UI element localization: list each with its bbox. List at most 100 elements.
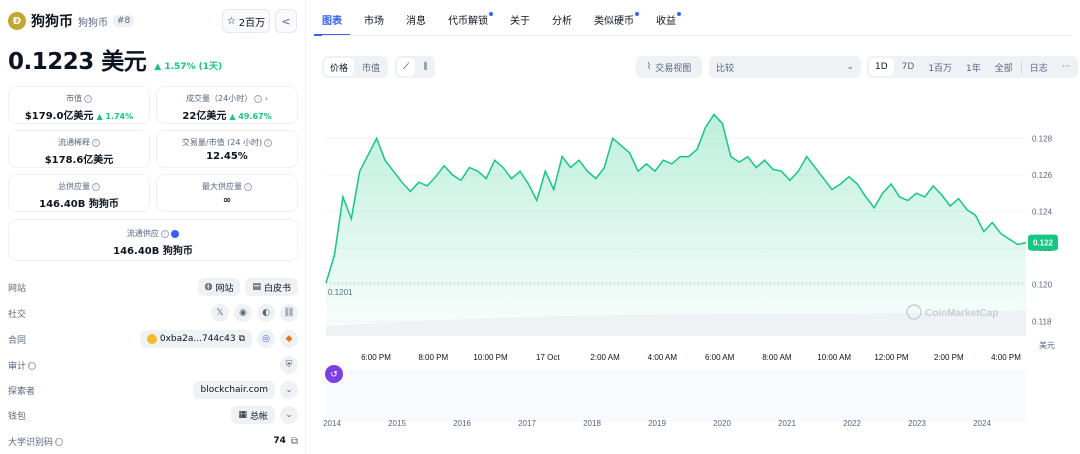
circulating-supply-label: 流通供应 [126,229,159,238]
price-row: 0.1223 美元 ▲ 1.57% (1天) [8,42,222,76]
price-toggle[interactable]: 价格 [324,58,355,76]
metamask-icon[interactable]: ◆ [280,330,298,348]
wallet-label: 钱包 [8,411,27,422]
github-icon[interactable]: ◐ [257,304,275,322]
tab-divider [322,35,1072,36]
timeline-year-label: 2024 [973,419,991,428]
contract-address[interactable]: 0xba2a...744c43 ⧉ [139,330,252,348]
range-option[interactable]: 7D [896,58,921,76]
tab-2[interactable]: 消息 [406,4,426,34]
social-row: 社交 𝕏 ◉ ◐ ⛓ [8,303,298,323]
chevron-down-icon[interactable]: ⌄ [280,406,298,424]
copy-icon[interactable]: ⧉ [239,334,245,344]
x-twitter-icon[interactable]: 𝕏 [211,304,229,322]
timeline-year-label: 2017 [518,419,536,428]
audit-label: 审计 [8,361,27,372]
chevron-right-icon: › [264,94,268,103]
range-option[interactable]: 1D [869,58,894,76]
tab-7[interactable]: 收益 [656,4,681,34]
website-row: 网站 ◍ 网站 ▤ 白皮书 [8,277,298,297]
max-supply-card: 最大供应量 i ∞ [156,174,298,212]
volume-card[interactable]: 成交量（24小时） i › 22亿美元 ▲ 49.67% [156,86,298,124]
market-cap-change: ▲ 1.74% [96,112,134,121]
info-icon[interactable]: i [92,138,100,147]
volume-label: 成交量（24小时） [186,94,253,103]
coin-header: Ð 狗狗币 狗狗币 #8 [8,10,135,32]
range-option[interactable]: 1年 [960,58,987,76]
range-option[interactable]: ··· [1056,58,1077,76]
coin-info-panel: Ð 狗狗币 狗狗币 #8 ☆ 2百万 < 0.1223 美元 ▲ 1.57% (… [0,0,306,454]
chart-panel: 图表 市场 消息 代币解锁 关于 分析 类似硬币 收益 价格 市值 ⟋ ⫼ ⌇ 交易视图 比较… [306,0,1080,454]
contract-address-text: 0xba2a...744c43 [159,334,236,344]
tab-bar: 图表 市场 消息 代币解锁 关于 分析 类似硬币 收益 [314,4,681,36]
info-icon[interactable]: i [244,182,252,191]
range-option[interactable]: 日志 [1024,58,1054,76]
info-icon[interactable]: i [254,94,263,103]
info-icon[interactable]: i [55,438,64,446]
tab-label: 收益 [656,15,676,27]
x-tick-label: 8:00 PM [418,353,448,362]
coin-name: 狗狗币 [31,14,73,30]
range-option[interactable]: 1百万 [922,58,958,76]
tab-4[interactable]: 关于 [510,4,530,34]
tradingview-label: 交易视图 [655,63,692,74]
bnb-chain-icon [146,334,157,344]
tab-0[interactable]: 图表 [314,4,350,36]
ucid-row: 大学识别码 i 74 ⧉ [8,431,298,451]
tradingview-button[interactable]: ⌇ 交易视图 [636,56,702,78]
info-icon[interactable]: i [160,229,169,238]
tab-1[interactable]: 市场 [364,4,384,34]
timeline-year-label: 2020 [713,419,731,428]
whitepaper-link[interactable]: ▤ 白皮书 [245,278,298,296]
chevron-down-icon[interactable]: ⌄ [280,381,298,399]
tab-3[interactable]: 代币解锁 [448,4,493,34]
x-tick-label: 12:00 PM [874,353,909,362]
social-label: 社交 [8,309,27,320]
watchlist-button[interactable]: ☆ 2百万 [222,9,270,33]
candlestick-icon[interactable]: ⫼ [417,58,433,76]
copy-icon[interactable]: ⧉ [291,436,298,447]
info-icon[interactable]: i [84,94,92,103]
explorer-row: 探索者 blockchair.com ⌄ [8,380,298,400]
mcap-toggle[interactable]: 市值 [356,58,386,76]
share-button[interactable]: < [275,9,297,33]
reddit-icon[interactable]: ◉ [234,304,252,322]
explorer-link[interactable]: blockchair.com [193,381,275,399]
line-chart-icon[interactable]: ⟋ [397,58,416,76]
current-price: 0.1223 美元 [8,49,147,75]
ledger-icon: ▦ [238,410,247,420]
vol-mcap-label: 交易量/市值 (24 小时) [181,138,263,147]
contract-label: 合同 [8,335,27,346]
chart-style-toggle: ⟋ ⫼ [395,56,436,78]
tab-label: 关于 [510,15,530,27]
circulating-supply-card: 流通供应 i 146.40B 狗狗币 [8,219,298,261]
watermark-text: CoinMarketCap [925,308,998,319]
new-indicator-dot [677,12,681,16]
info-icon[interactable]: i [264,138,273,147]
chevron-down-icon: ⌄ [846,62,854,72]
info-icon[interactable]: i [92,182,100,191]
range-option[interactable]: 全部 [989,58,1019,76]
tab-6[interactable]: 类似硬币 [594,4,639,34]
timeline-navigator [326,370,1026,422]
circulating-supply-value: 146.40B 狗狗币 [113,246,193,257]
compare-select[interactable]: 比较 ⌄ [709,56,861,78]
coin-symbol: 狗狗币 [78,17,108,29]
verified-icon [171,229,180,238]
link-icon[interactable]: ⛓ [280,304,298,322]
market-cap-value: $179.0亿美元 [24,111,94,122]
new-indicator-dot [489,12,493,16]
history-icon-glyph: ↺ [330,370,338,380]
wallet-link[interactable]: ▦ 总帐 [231,406,275,424]
price-chart[interactable]: 0.1280.1260.1240.1220.1200.1180.12010.12… [306,88,1080,454]
price-change-24h: ▲ 1.57% (1天) [154,62,223,72]
tab-5[interactable]: 分析 [552,4,572,34]
currency-unit-label: 美元 [1039,340,1055,350]
market-cap-label: 市值 [66,94,82,103]
shield-icon[interactable]: ⛨ [280,356,298,374]
explorer-label: 探索者 [8,386,36,397]
fdv-label: 流通稀释 [58,138,90,147]
website-link[interactable]: ◍ 网站 [197,278,241,296]
chain-selector-icon[interactable]: ◎ [257,330,275,348]
info-icon[interactable]: i [28,362,37,370]
